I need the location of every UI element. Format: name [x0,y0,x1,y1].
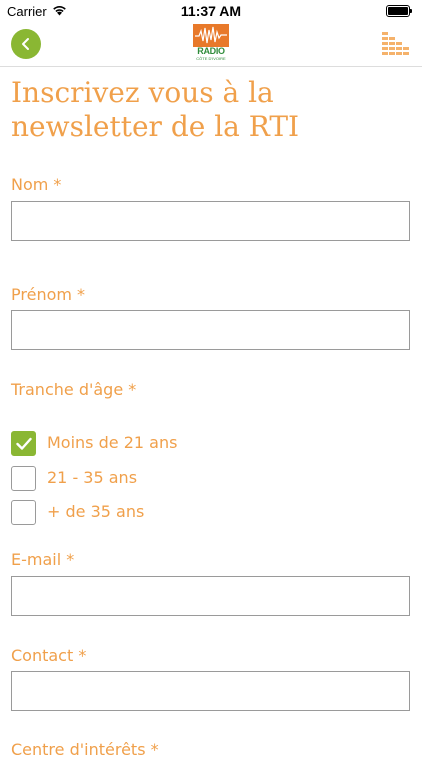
chevron-left-icon [22,38,29,50]
radio-cote-divoire-logo: RADIO CÔTE D'IVOIRE [193,24,229,61]
nom-label: Nom * [11,175,62,194]
back-button[interactable] [11,29,41,59]
checkbox-checked[interactable] [11,431,36,456]
age-option-over-35[interactable]: + de 35 ans [11,500,311,526]
checkbox-unchecked[interactable] [11,500,36,525]
navigation-bar: RADIO CÔTE D'IVOIRE [0,22,422,67]
checkmark-icon [16,437,32,450]
age-option-21-35[interactable]: 21 - 35 ans [11,466,311,492]
logo-title: RADIO [197,46,225,56]
contact-input[interactable] [11,671,410,711]
age-option-label: 21 - 35 ans [47,468,138,487]
battery-icon [386,5,412,17]
age-option-label: + de 35 ans [47,502,145,521]
page-title: Inscrivez vous à la newsletter de la RTI [11,76,300,143]
status-bar: Carrier 11:37 AM [0,0,422,22]
logo-waveform [193,24,229,47]
age-range-label: Tranche d'âge * [11,380,137,399]
prenom-label: Prénom * [11,285,86,304]
clock: 11:37 AM [180,3,242,19]
age-option-label: Moins de 21 ans [47,433,178,452]
email-label: E-mail * [11,550,75,569]
logo-subtitle: CÔTE D'IVOIRE [196,56,226,61]
email-input[interactable] [11,576,410,616]
prenom-input[interactable] [11,310,410,350]
equalizer-icon[interactable] [382,32,410,56]
nom-input[interactable] [11,201,410,241]
contact-label: Contact * [11,646,87,665]
age-option-under-21[interactable]: Moins de 21 ans [11,431,311,457]
checkbox-unchecked[interactable] [11,466,36,491]
